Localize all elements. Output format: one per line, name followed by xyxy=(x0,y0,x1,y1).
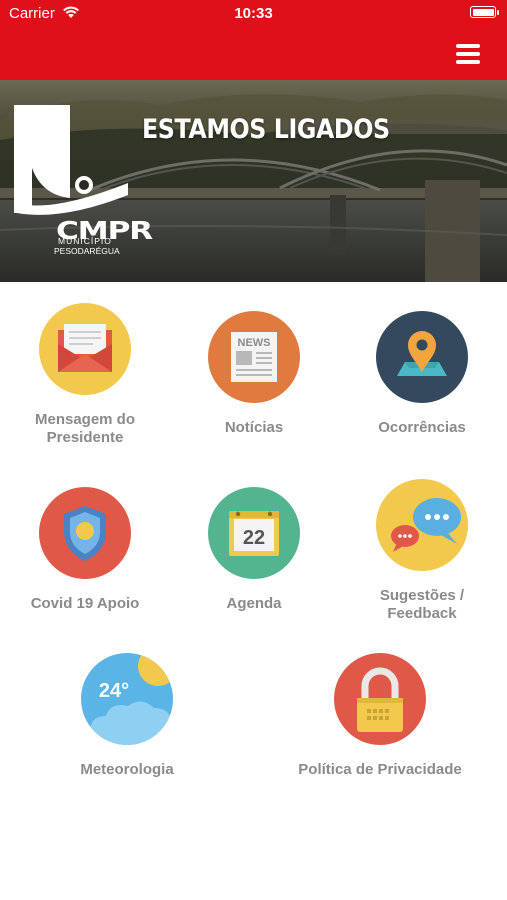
tile-label: Ocorrências xyxy=(378,419,466,436)
tile-agenda[interactable]: 22 Agenda xyxy=(169,486,339,613)
tile-mensagem-presidente[interactable]: Mensagem do Presidente xyxy=(0,302,170,447)
banner-title: ESTAMOS LIGADOS xyxy=(142,114,390,145)
temperature-text: 24° xyxy=(99,680,129,702)
calendar-icon: 22 xyxy=(208,487,300,579)
map-pin-icon xyxy=(376,311,468,403)
nav-bar xyxy=(0,26,507,80)
tile-label: Mensagem do Presidente xyxy=(34,411,136,446)
newspaper-icon: NEWS xyxy=(208,311,300,403)
tile-label: Notícias xyxy=(224,419,284,436)
clock: 10:33 xyxy=(234,5,273,22)
chat-bubbles-icon xyxy=(376,479,468,571)
hamburger-menu-icon[interactable] xyxy=(456,44,480,64)
shield-icon xyxy=(39,487,131,579)
status-bar: Carrier 10:33 xyxy=(0,0,507,26)
calendar-day: 22 xyxy=(243,527,265,549)
padlock-icon xyxy=(334,653,426,745)
tile-politica-privacidade[interactable]: Política de Privacidade xyxy=(295,652,465,779)
tile-noticias[interactable]: NEWS Notícias xyxy=(169,310,339,437)
tile-label: Covid 19 Apoio xyxy=(30,595,140,612)
tile-label: Política de Privacidade xyxy=(298,761,462,778)
logo-municipio: MUNICÍPIO xyxy=(58,236,112,246)
battery-icon xyxy=(470,6,499,18)
tile-meteorologia[interactable]: 24° Meteorologia xyxy=(42,652,212,779)
weather-icon: 24° xyxy=(81,653,173,745)
tile-label: Meteorologia xyxy=(80,761,174,778)
tile-ocorrencias[interactable]: Ocorrências xyxy=(337,310,507,437)
tile-sugestoes-feedback[interactable]: Sugestões / Feedback xyxy=(337,478,507,623)
tile-label: Agenda xyxy=(226,595,282,612)
newspaper-text: NEWS xyxy=(238,337,271,349)
tile-label: Sugestões / Feedback xyxy=(379,587,465,622)
envelope-icon xyxy=(39,303,131,395)
tile-covid-apoio[interactable]: Covid 19 Apoio xyxy=(0,486,170,613)
logo-peso-da-regua: PESODARÉGUA xyxy=(54,246,120,256)
